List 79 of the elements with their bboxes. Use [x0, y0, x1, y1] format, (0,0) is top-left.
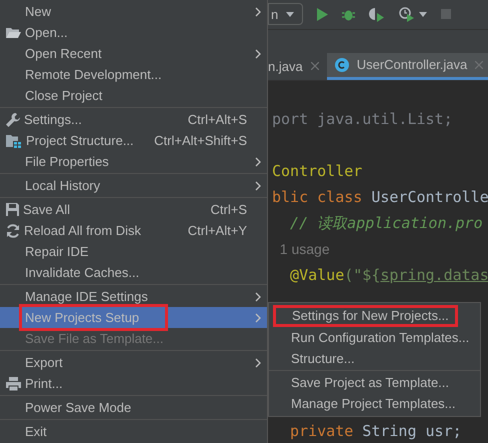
menu-item[interactable]: Print... — [0, 373, 267, 394]
menu-item[interactable]: Repair IDE — [0, 241, 267, 262]
chevron-right-icon — [255, 6, 261, 16]
class-icon — [334, 58, 349, 72]
menu-item-label: Save All — [23, 200, 70, 219]
menu-item[interactable]: Save All Ctrl+S — [0, 199, 267, 220]
menu-item-label: Save File as Template... — [25, 330, 164, 348]
bug-icon[interactable] — [342, 8, 356, 21]
menu-item[interactable]: Open... — [0, 22, 267, 43]
run-icon[interactable] — [317, 8, 328, 21]
menu-item[interactable]: New — [0, 1, 267, 22]
menu-item[interactable]: Project Structure... Ctrl+Alt+Shift+S — [0, 130, 267, 151]
menu-item[interactable]: Manage Project Templates... — [269, 393, 480, 414]
menu-item-label: Settings... — [24, 110, 82, 129]
chevron-right-icon — [255, 156, 261, 166]
menu-item[interactable]: Settings... Ctrl+Alt+S — [0, 109, 267, 130]
shortcut-label: Ctrl+Alt+S — [188, 110, 247, 129]
chevron-right-icon — [255, 312, 261, 322]
menu-item[interactable]: Local History — [0, 175, 267, 196]
menu-item[interactable]: Settings for New Projects... — [273, 305, 458, 327]
shortcut-label: Ctrl+Alt+Y — [188, 222, 247, 240]
menu-item-label: Invalidate Caches... — [25, 264, 140, 282]
coverage-icon[interactable] — [369, 6, 386, 22]
menu-item-label: Reload All from Disk — [24, 222, 142, 240]
menu-item-label: Power Save Mode — [25, 398, 132, 417]
code-line: Controller — [272, 161, 362, 182]
menu-item-label: Print... — [25, 374, 63, 393]
editor-tab[interactable]: UserController.java — [326, 52, 488, 80]
menu-item-label: Open... — [25, 24, 68, 42]
tab-label: UserController.java — [356, 56, 468, 74]
menu-item-label: Local History — [25, 176, 100, 195]
chevron-right-icon — [255, 48, 261, 58]
usage-hint: 1 usage — [278, 240, 330, 260]
close-icon[interactable] — [310, 62, 319, 70]
folder-icon — [6, 26, 21, 38]
menu-item-label: Project Structure... — [26, 132, 134, 150]
menu-item-label: Manage IDE Settings — [25, 288, 148, 306]
editor-tab[interactable]: n.java — [268, 52, 327, 80]
wrench-icon — [6, 112, 20, 126]
menu-item[interactable]: Invalidate Caches... — [0, 262, 267, 283]
profiler-icon[interactable] — [399, 6, 416, 22]
tab-label: n.java — [268, 58, 303, 76]
menu-item[interactable]: Reload All from Disk Ctrl+Alt+Y — [0, 220, 267, 241]
menu-item-label: New — [25, 2, 52, 21]
chevron-right-icon — [255, 358, 261, 368]
code-line: @Value("${spring.datas — [289, 265, 488, 286]
stop-icon[interactable] — [441, 9, 452, 20]
menu-item-label: New Projects Setup — [19, 304, 168, 332]
code-line: // 读取application.pro — [289, 213, 483, 234]
menu-item[interactable]: Close Project — [0, 85, 267, 106]
caret-down-icon[interactable] — [419, 12, 428, 17]
menu-item[interactable]: Exit — [0, 421, 267, 442]
menu-item-label: File Properties — [25, 152, 109, 171]
menu-item[interactable]: File Properties — [0, 151, 267, 172]
reload-icon — [6, 224, 20, 238]
menu-item-label: Remote Development... — [25, 66, 162, 84]
code-line: port java.util.List; — [272, 109, 453, 130]
menu-item-label: Export — [25, 354, 63, 372]
caret-down-icon — [286, 12, 294, 17]
menu-item[interactable]: Structure... — [269, 348, 480, 369]
menu-item[interactable]: Power Save Mode — [0, 397, 267, 418]
printer-icon — [6, 376, 21, 390]
menu-item[interactable]: Remote Development... — [0, 64, 267, 85]
menu-item[interactable]: Open Recent — [0, 43, 267, 64]
menu-item-label: Close Project — [25, 86, 102, 105]
menu-item-label: Open Recent — [25, 44, 102, 63]
menu-item[interactable]: Export — [0, 352, 267, 373]
menu-item[interactable]: Save Project as Template... — [269, 372, 480, 393]
chevron-right-icon — [255, 292, 261, 302]
shortcut-label: Ctrl+Alt+Shift+S — [154, 132, 247, 150]
menu-item-label: Exit — [25, 422, 47, 441]
menu-item[interactable]: Run Configuration Templates... — [269, 327, 480, 348]
menu-item-label: Repair IDE — [25, 242, 89, 261]
run-config-dropdown[interactable]: n — [268, 3, 304, 26]
chevron-right-icon — [255, 180, 261, 190]
code-line: private String usr; — [289, 421, 462, 442]
code-line: blic class UserControlle — [272, 187, 488, 208]
folder-grid-icon — [6, 134, 22, 148]
shortcut-label: Ctrl+S — [210, 200, 247, 219]
